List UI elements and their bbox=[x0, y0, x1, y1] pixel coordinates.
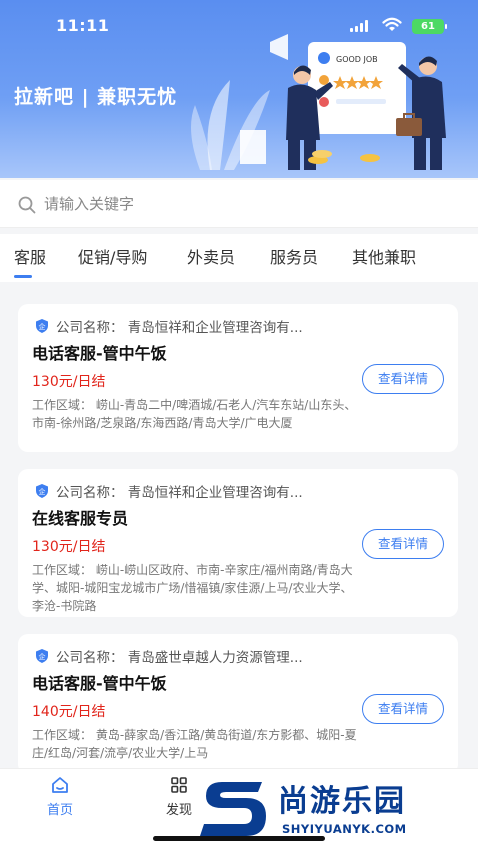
job-salary: 130元/日结 bbox=[32, 374, 106, 390]
watermark-logo-icon bbox=[200, 782, 266, 836]
job-area: 工作区域： 黄岛-薛家岛/香江路/黄岛街道/东方影都、城阳-夏庄/红岛/河套/流… bbox=[32, 728, 357, 760]
svg-text:企: 企 bbox=[39, 322, 46, 331]
company-row: 企 公司名称： 青岛恒祥和企业管理咨询有... bbox=[34, 481, 303, 501]
job-area: 工作区域： 崂山-崂山区政府、市南-辛家庄/福州南路/青岛大学、城阳-城阳宝龙城… bbox=[32, 563, 353, 613]
job-salary: 130元/日结 bbox=[32, 539, 106, 555]
tab-promotion[interactable]: 促销/导购 bbox=[78, 244, 147, 268]
tab-customer-service[interactable]: 客服 bbox=[14, 244, 46, 278]
svg-text:企: 企 bbox=[39, 652, 46, 661]
job-card[interactable]: 企 公司名称： 青岛恒祥和企业管理咨询有... 电话客服-管中午饭 130元/日… bbox=[18, 304, 458, 452]
hero-banner: 11:11 61 拉新吧 | 兼职无忧 GOOD JOB bbox=[0, 0, 478, 178]
svg-text:企: 企 bbox=[39, 487, 46, 496]
hero-slogan: 拉新吧 | 兼职无忧 bbox=[14, 86, 178, 108]
nav-discover-label: 发现 bbox=[165, 803, 192, 818]
watermark-en: SHYIYUANYK.COM bbox=[282, 822, 407, 836]
job-card[interactable]: 企 公司名称： 青岛恒祥和企业管理咨询有... 在线客服专员 130元/日结 工… bbox=[18, 469, 458, 617]
nav-home[interactable]: 首页 bbox=[30, 775, 90, 818]
tab-delivery[interactable]: 外卖员 bbox=[187, 244, 235, 268]
job-salary: 140元/日结 bbox=[32, 704, 106, 720]
company-name: 公司名称： 青岛恒祥和企业管理咨询有... bbox=[56, 485, 303, 501]
search-icon bbox=[18, 196, 36, 214]
watermark-cn: 尚游乐园 bbox=[278, 784, 406, 819]
company-row: 企 公司名称： 青岛盛世卓越人力资源管理... bbox=[34, 646, 303, 666]
job-title: 电话客服-管中午饭 bbox=[32, 344, 167, 363]
good-job-text: GOOD JOB bbox=[336, 55, 378, 64]
view-details-button[interactable]: 查看详情 bbox=[362, 694, 444, 724]
grid-icon bbox=[171, 777, 187, 793]
company-name: 公司名称： 青岛恒祥和企业管理咨询有... bbox=[56, 320, 303, 336]
home-indicator bbox=[153, 836, 325, 841]
search-bar[interactable] bbox=[0, 180, 478, 228]
nav-home-label: 首页 bbox=[46, 803, 73, 818]
shield-icon: 企 bbox=[36, 319, 48, 333]
company-name: 公司名称： 青岛盛世卓越人力资源管理... bbox=[56, 650, 303, 666]
status-time: 11:11 bbox=[56, 16, 110, 35]
view-details-button[interactable]: 查看详情 bbox=[362, 364, 444, 394]
shield-icon: 企 bbox=[36, 649, 48, 663]
job-title: 在线客服专员 bbox=[32, 509, 129, 528]
company-row: 企 公司名称： 青岛恒祥和企业管理咨询有... bbox=[34, 316, 303, 336]
category-tabs: 客服 促销/导购 外卖员 服务员 其他兼职 bbox=[0, 234, 478, 282]
tab-other[interactable]: 其他兼职 bbox=[352, 244, 416, 268]
search-input[interactable] bbox=[44, 190, 444, 218]
business-illustration: GOOD JOB bbox=[191, 34, 446, 170]
job-area: 工作区域： 崂山-青岛二中/啤酒城/石老人/汽车东站/山东头、市南-徐州路/芝泉… bbox=[32, 398, 357, 430]
home-icon bbox=[52, 777, 68, 793]
tab-waiter[interactable]: 服务员 bbox=[270, 244, 318, 268]
view-details-button[interactable]: 查看详情 bbox=[362, 529, 444, 559]
shield-icon: 企 bbox=[36, 484, 48, 498]
job-title: 电话客服-管中午饭 bbox=[32, 674, 167, 693]
job-card[interactable]: 企 公司名称： 青岛盛世卓越人力资源管理... 电话客服-管中午饭 140元/日… bbox=[18, 634, 458, 774]
